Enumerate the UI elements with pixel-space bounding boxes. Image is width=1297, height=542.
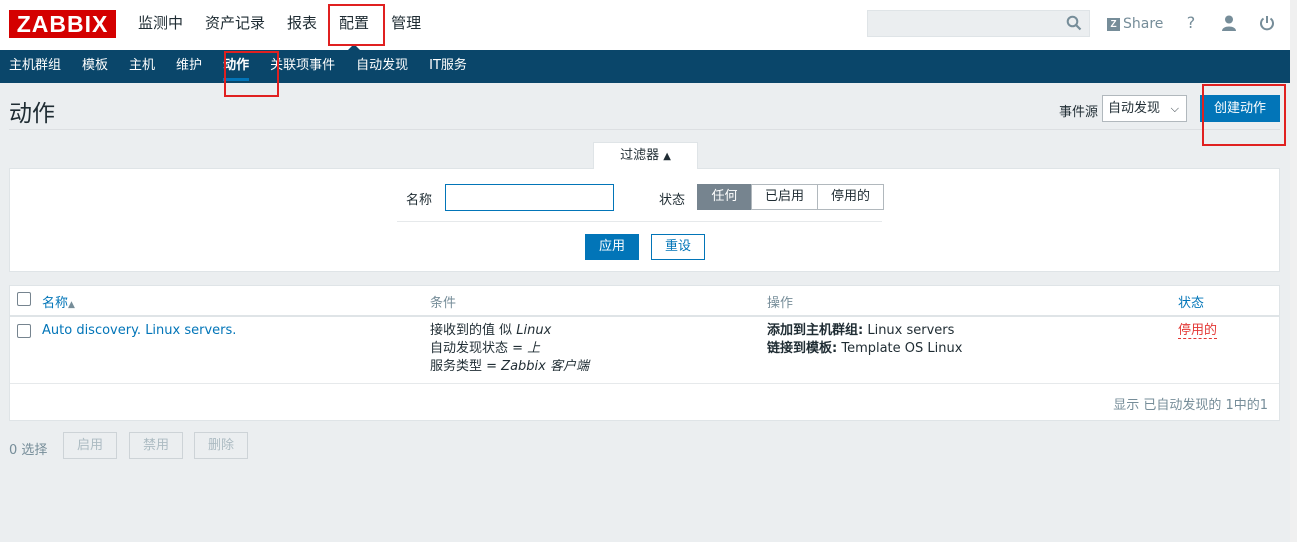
name-column-header[interactable]: 名称▲ <box>42 292 75 311</box>
filter-name-input[interactable] <box>445 184 614 211</box>
operation-line: 添加到主机群组: Linux servers <box>767 323 955 338</box>
title-divider <box>9 129 1280 130</box>
selected-count: 0 选择 <box>9 443 48 458</box>
filter-name-label: 名称 <box>406 193 433 208</box>
subnav-discovery[interactable]: 自动发现 <box>356 50 408 83</box>
menu-administration[interactable]: 管理 <box>391 0 421 50</box>
zabbix-share-icon: Z <box>1107 17 1120 31</box>
select-all-checkbox[interactable] <box>17 292 31 306</box>
event-source-label: 事件源 <box>1059 105 1099 120</box>
filter-status-label: 状态 <box>659 193 686 208</box>
event-source-value: 自动发现 <box>1108 101 1161 116</box>
mass-disable-button[interactable]: 禁用 <box>129 432 183 459</box>
create-action-button[interactable]: 创建动作 <box>1200 95 1280 122</box>
subnav-hosts[interactable]: 主机 <box>129 50 155 83</box>
action-conditions: 接收到的值 似 Linux 自动发现状态 = 上 服务类型 = Zabbix 客… <box>430 322 589 376</box>
subnav-event-correlation[interactable]: 关联项事件 <box>270 50 335 83</box>
table-summary: 显示 已自动发现的 1中的1 <box>1113 398 1268 413</box>
condition-line: 接收到的值 似 Linux <box>430 323 552 338</box>
sign-out-icon[interactable] <box>1258 14 1276 32</box>
sort-asc-icon: ▲ <box>68 300 75 310</box>
help-icon[interactable]: ? <box>1182 14 1200 32</box>
search-icon[interactable] <box>1066 15 1082 31</box>
subnav-maintenance[interactable]: 维护 <box>176 50 202 83</box>
main-menu: 监测中 资产记录 报表 配置 管理 <box>138 0 443 50</box>
share-link[interactable]: Z Share <box>1107 14 1163 34</box>
action-name-link[interactable]: Auto discovery. Linux servers. <box>42 322 236 340</box>
subnav-templates[interactable]: 模板 <box>82 50 108 83</box>
sub-navigation: 主机群组 模板 主机 维护 动作 关联项事件 自动发现 IT服务 <box>0 50 1297 83</box>
condition-line: 自动发现状态 = 上 <box>430 341 541 356</box>
global-search-input[interactable] <box>867 10 1090 37</box>
event-source-select[interactable]: 自动发现 ⌵ <box>1102 95 1187 122</box>
filter-divider <box>397 221 882 222</box>
action-status-toggle[interactable]: 停用的 <box>1178 322 1218 340</box>
status-any-option[interactable]: 任何 <box>697 184 752 210</box>
share-label: Share <box>1123 16 1164 32</box>
filter-tab[interactable]: 过滤器 ▲ <box>593 142 698 169</box>
condition-line: 服务类型 = Zabbix 客户端 <box>430 359 589 374</box>
actions-table <box>9 285 1280 421</box>
chevron-down-icon: ⌵ <box>1170 102 1179 115</box>
menu-configuration[interactable]: 配置 <box>339 0 369 50</box>
status-enabled-option[interactable]: 已启用 <box>751 184 818 210</box>
page-title: 动作 <box>9 101 55 127</box>
operation-line: 链接到模板: Template OS Linux <box>767 341 963 356</box>
mass-enable-button[interactable]: 启用 <box>63 432 117 459</box>
action-operations: 添加到主机群组: Linux servers 链接到模板: Template O… <box>767 322 962 358</box>
mass-delete-button[interactable]: 删除 <box>194 432 248 459</box>
vertical-scrollbar[interactable] <box>1290 0 1297 542</box>
user-profile-icon[interactable] <box>1220 14 1238 32</box>
table-footer-divider <box>10 383 1279 384</box>
conditions-column-header: 条件 <box>430 296 457 311</box>
menu-inventory[interactable]: 资产记录 <box>205 0 265 50</box>
filter-tab-label: 过滤器 <box>620 148 660 163</box>
reset-filter-button[interactable]: 重设 <box>651 234 705 260</box>
subnav-it-services[interactable]: IT服务 <box>429 50 467 83</box>
row-checkbox[interactable] <box>17 324 31 338</box>
table-header-divider <box>10 315 1279 317</box>
menu-reports[interactable]: 报表 <box>287 0 317 50</box>
status-disabled-option[interactable]: 停用的 <box>817 184 884 210</box>
operations-column-header: 操作 <box>767 296 794 311</box>
top-header: ZABBIX 监测中 资产记录 报表 配置 管理 Z Share ? <box>0 0 1297 50</box>
zabbix-logo[interactable]: ZABBIX <box>9 10 116 38</box>
menu-monitoring[interactable]: 监测中 <box>138 0 183 50</box>
filter-panel <box>9 168 1280 272</box>
apply-filter-button[interactable]: 应用 <box>585 234 639 260</box>
subnav-host-groups[interactable]: 主机群组 <box>9 50 61 83</box>
subnav-actions[interactable]: 动作 <box>223 50 250 83</box>
status-column-header[interactable]: 状态 <box>1178 292 1204 311</box>
caret-up-icon: ▲ <box>663 151 671 162</box>
